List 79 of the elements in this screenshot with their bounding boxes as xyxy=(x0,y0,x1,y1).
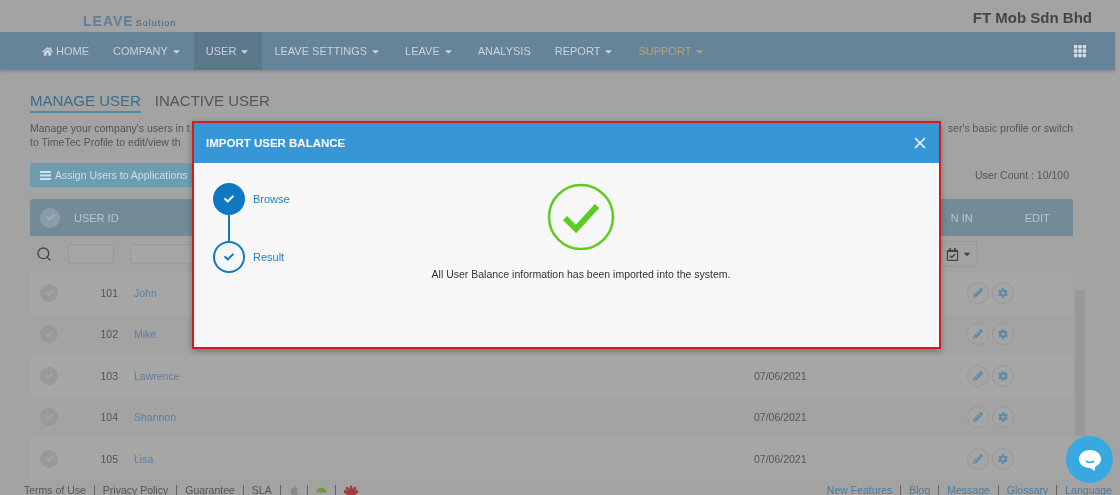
gear-icon xyxy=(998,412,1008,423)
edit-button[interactable] xyxy=(967,323,989,346)
gear-icon xyxy=(998,287,1008,298)
footer-link[interactable]: Privacy Policy xyxy=(102,483,169,495)
tab[interactable]: INACTIVE USER xyxy=(154,92,270,113)
settings-button[interactable] xyxy=(992,364,1014,387)
nav-item[interactable]: ANALYSIS xyxy=(465,32,543,70)
company-name: FT Mob Sdn Bhd xyxy=(972,9,1092,26)
gear-icon xyxy=(998,329,1008,340)
search-icon xyxy=(36,246,52,262)
home-icon xyxy=(42,45,53,57)
table-cell-text: 101 xyxy=(99,286,118,299)
settings-button[interactable] xyxy=(992,323,1014,346)
description-text: ser's basic profile or switch xyxy=(947,121,1073,135)
gear-icon xyxy=(998,370,1008,381)
pencil-icon xyxy=(973,370,983,381)
user-name-link[interactable]: Lisa xyxy=(134,452,754,465)
pencil-icon xyxy=(973,287,983,298)
apple-icon[interactable] xyxy=(288,484,300,495)
android-icon[interactable] xyxy=(316,484,327,495)
apps-grid-icon[interactable] xyxy=(1073,44,1087,58)
settings-button[interactable] xyxy=(992,281,1014,304)
gear-icon xyxy=(998,453,1008,464)
column-header: USER ID xyxy=(74,211,119,224)
pencil-icon xyxy=(973,329,983,340)
result-message: All User Balance information has been imported into the system. xyxy=(431,268,731,280)
column-header: N IN xyxy=(950,211,973,224)
footer-link[interactable]: Glossary xyxy=(1006,483,1049,495)
dialog-title: IMPORT USER BALANCE xyxy=(206,137,346,149)
nav-item[interactable]: COMPANY xyxy=(101,32,194,70)
date-filter-button[interactable] xyxy=(941,241,977,267)
nav-item[interactable]: LEAVE SETTINGS xyxy=(262,32,394,70)
table-cell: 07/06/2021 xyxy=(754,411,807,424)
step-label: Browse xyxy=(253,193,290,205)
description-text: Manage your company's users in t xyxy=(30,121,190,135)
nav-item[interactable]: LEAVE xyxy=(393,32,466,70)
footer-link[interactable]: Language xyxy=(1065,483,1112,495)
edit-button[interactable] xyxy=(967,406,989,429)
flower-icon[interactable] xyxy=(343,484,358,495)
check-icon xyxy=(224,252,234,262)
footer-link[interactable]: Message xyxy=(947,483,990,495)
step-label: Result xyxy=(253,251,285,263)
column-header: EDIT xyxy=(1024,211,1050,224)
nav-item[interactable]: SUPPORT xyxy=(626,32,718,70)
table-cell-text: 105 xyxy=(99,452,118,465)
success-check-icon xyxy=(547,183,615,251)
chat-bubble-icon xyxy=(1076,447,1103,472)
nav-item[interactable]: USER xyxy=(193,32,263,70)
edit-button[interactable] xyxy=(967,447,989,470)
list-icon xyxy=(40,170,51,180)
table-cell: 07/06/2021 xyxy=(754,452,807,465)
pencil-icon xyxy=(973,453,983,464)
footer-link[interactable]: Blog xyxy=(909,483,931,495)
settings-button[interactable] xyxy=(992,406,1014,429)
settings-button[interactable] xyxy=(992,447,1014,470)
table-cell-text: 102 xyxy=(99,328,118,341)
logo: LEAVE Solution xyxy=(83,14,177,28)
table-cell: 07/06/2021 xyxy=(754,369,807,382)
description-text: to TimeTec Profile to edit/view th xyxy=(30,135,182,149)
footer-link[interactable]: Terms of Use xyxy=(24,483,86,495)
edit-button[interactable] xyxy=(967,281,989,304)
check-icon xyxy=(224,194,234,204)
user-name-link[interactable]: Lawrence xyxy=(134,369,754,382)
footer-link[interactable]: SLA xyxy=(251,483,272,495)
nav-item[interactable]: REPORT xyxy=(542,32,627,70)
footer-link[interactable]: New Features xyxy=(826,483,893,495)
footer-link[interactable]: Guarantee xyxy=(185,483,235,495)
pencil-icon xyxy=(973,412,983,423)
table-cell-text: 104 xyxy=(99,411,118,424)
tab[interactable]: MANAGE USER xyxy=(30,92,141,113)
scrollbar[interactable] xyxy=(1075,290,1085,436)
chat-button[interactable] xyxy=(1066,436,1113,483)
user-name-link[interactable]: Shannon xyxy=(134,411,754,424)
calendar-icon xyxy=(946,247,959,261)
nav-item[interactable]: HOME xyxy=(30,32,101,70)
select-all-checkbox[interactable] xyxy=(40,207,60,228)
edit-button[interactable] xyxy=(967,364,989,387)
table-cell-text: 103 xyxy=(99,369,118,382)
user-count: User Count : 10/100 xyxy=(975,169,1070,181)
